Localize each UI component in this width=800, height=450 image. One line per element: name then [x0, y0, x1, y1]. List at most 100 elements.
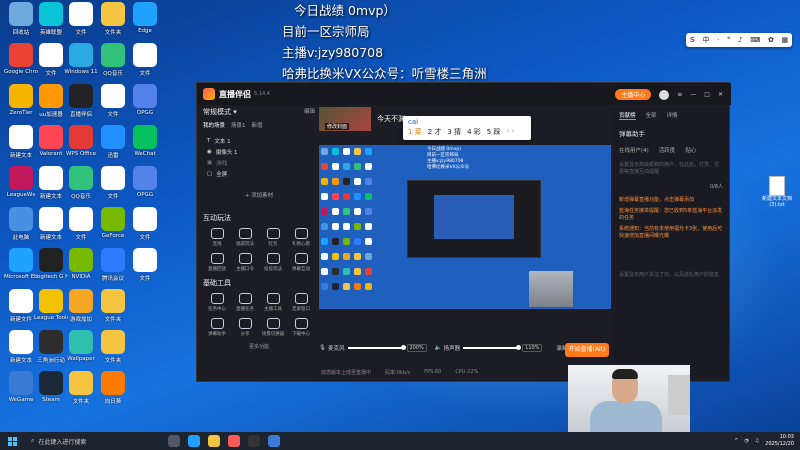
network-icon[interactable]: ◔: [744, 438, 748, 444]
ime-candidate[interactable]: 1 菜: [408, 127, 422, 137]
desktop-icon[interactable]: 迅雷: [96, 125, 130, 159]
tab-activity[interactable]: 活跃度: [659, 146, 676, 154]
tab-online-users[interactable]: 在线用户(4): [619, 146, 649, 154]
tool-button[interactable]: 弹幕助手: [203, 318, 231, 337]
mic-icon[interactable]: 🎙: [319, 345, 326, 351]
speaker-icon[interactable]: 🔈: [435, 345, 442, 351]
grid-icon[interactable]: ▦: [782, 36, 789, 44]
explorer-icon[interactable]: [208, 435, 220, 447]
desktop-icon[interactable]: QQ音乐: [96, 43, 130, 77]
ime-candidate[interactable]: 5 踩: [487, 127, 501, 137]
desktop-icon[interactable]: 新建文件: [4, 289, 38, 323]
cover-image[interactable]: 修改封面: [319, 107, 371, 131]
tool-button[interactable]: 红包: [259, 228, 287, 247]
terminal-icon[interactable]: [248, 435, 260, 447]
taskbar-search[interactable]: ⌕ 在此键入进行搜索: [31, 437, 86, 446]
start-live-button[interactable]: 开始直播(Alt): [565, 343, 609, 357]
desktop-icon[interactable]: 文件夹: [96, 289, 130, 323]
minimize-icon[interactable]: —: [690, 91, 696, 98]
add-source-button[interactable]: + 添加素材: [203, 191, 315, 199]
desktop-icon[interactable]: OPGG: [128, 166, 162, 198]
desktop-icon[interactable]: 文件: [96, 84, 130, 118]
desktop-icon[interactable]: WeGame: [4, 371, 38, 403]
ime-toolbar[interactable]: S 中 · ° ♪ ⌨ ✿ ▦: [686, 33, 792, 47]
desktop-icon[interactable]: uu加速器: [34, 84, 68, 118]
desktop-icon[interactable]: 新建文本: [4, 330, 38, 364]
tray-arrow-icon[interactable]: ^: [734, 438, 738, 444]
speaker-slider[interactable]: [463, 345, 522, 350]
desktop-icon[interactable]: LeagueWs: [4, 166, 38, 198]
ime-mode-zh[interactable]: 中: [703, 35, 710, 45]
edge-icon[interactable]: [188, 435, 200, 447]
desktop-icon[interactable]: OPGG: [128, 84, 162, 116]
tool-button[interactable]: 福袋玩法: [231, 228, 259, 247]
desktop-icon[interactable]: 文件夹: [64, 371, 98, 405]
desktop-icon[interactable]: 英雄联盟: [34, 2, 68, 36]
maximize-icon[interactable]: □: [704, 91, 710, 98]
mode-select[interactable]: 常规模式 ▾: [203, 107, 237, 117]
desktop-icon[interactable]: 文件: [128, 43, 162, 77]
tool-button[interactable]: 任务中心: [203, 293, 231, 312]
tool-button[interactable]: 直播回放: [203, 253, 231, 272]
tab-contribution[interactable]: 贡献榜: [619, 111, 636, 120]
desktop-icon[interactable]: 文件: [34, 43, 68, 77]
task-view-icon[interactable]: [168, 435, 180, 447]
desktop-icon[interactable]: League Tools: [34, 289, 68, 321]
ime-candidate-popup[interactable]: cai 1 菜 2 才 3 猜 4 彩 5 踩 ‹ ›: [403, 116, 531, 140]
desktop-icon[interactable]: Windows 11: [64, 43, 98, 75]
desktop-icon[interactable]: 文件夹: [96, 330, 130, 364]
desktop-icon[interactable]: 新建文本: [34, 166, 68, 200]
tool-button[interactable]: 分享: [231, 318, 259, 337]
desktop-icon[interactable]: ZeroTier: [4, 84, 38, 116]
ime-fullwidth[interactable]: °: [727, 36, 731, 44]
desktop-icon[interactable]: 向日葵: [96, 371, 130, 405]
desktop-icon[interactable]: 文件: [128, 248, 162, 282]
tool-button[interactable]: 投投玩法: [259, 253, 287, 272]
tool-button[interactable]: 主播口令: [231, 253, 259, 272]
desktop-icon[interactable]: Wallpaper: [64, 330, 98, 362]
desktop-icon[interactable]: 直播伴侣: [64, 84, 98, 118]
keyboard-icon[interactable]: ⌨: [750, 36, 760, 44]
tool-button[interactable]: 定屏窗口: [287, 293, 315, 312]
ime-candidate[interactable]: 3 猜: [447, 127, 461, 137]
source-item[interactable]: ▢ 全屏: [203, 168, 315, 179]
message-item[interactable]: 蓝海任务接单提醒：您已收到5条蓝海平台派发的任务: [613, 206, 729, 224]
desktop-icon[interactable]: 文件: [96, 166, 130, 200]
desktop-file-icon[interactable]: 新建文本文档 (3).txt: [762, 176, 792, 208]
source-item[interactable]: T 文本 1: [203, 135, 315, 146]
ime-candidate[interactable]: 2 才: [428, 127, 442, 137]
desktop-icon[interactable]: QQ音乐: [64, 166, 98, 200]
ime-punct[interactable]: ·: [717, 36, 719, 44]
anchor-center-button[interactable]: 主播中心: [615, 89, 652, 100]
tab-scene-1[interactable]: 场景1: [231, 121, 246, 129]
desktop-icon[interactable]: 新建文本: [4, 125, 38, 159]
mic-icon[interactable]: ♪: [738, 36, 742, 44]
wegame-icon[interactable]: [268, 435, 280, 447]
tool-button[interactable]: 下载中心: [287, 318, 315, 337]
desktop-icon[interactable]: NVIDIA: [64, 248, 98, 280]
tab-caring[interactable]: 贴心: [685, 146, 696, 154]
desktop-icon[interactable]: 文件: [64, 207, 98, 241]
system-notice[interactable]: 系统通知：当前有未使用福光卡3张，使用后可快速增加直播间曝光曝: [613, 224, 729, 242]
ime-candidate[interactable]: 4 彩: [467, 127, 481, 137]
tool-button[interactable]: 弹幕互动: [287, 253, 315, 272]
edit-button[interactable]: 编辑: [304, 107, 315, 117]
windows-start-icon[interactable]: [8, 436, 17, 446]
desktop-icon[interactable]: 回收站: [4, 2, 38, 36]
desktop-icon[interactable]: Logitech G HUB: [34, 248, 68, 280]
volume-icon[interactable]: ♫: [755, 438, 759, 444]
desktop-icon[interactable]: 腾讯会议: [96, 248, 130, 282]
more-features-button[interactable]: 更多功能: [203, 343, 315, 350]
ime-page-icon[interactable]: ‹ ›: [506, 127, 514, 137]
desktop-icon[interactable]: 游戏加加: [64, 289, 98, 323]
mic-slider[interactable]: [347, 345, 406, 350]
desktop-icon[interactable]: Valorant: [34, 125, 68, 157]
desktop-icon[interactable]: Edge: [128, 2, 162, 34]
skin-icon[interactable]: ✿: [768, 36, 774, 44]
desktop-icon[interactable]: WeChat: [128, 125, 162, 157]
tool-button[interactable]: 场景切换器: [259, 318, 287, 337]
source-item[interactable]: ▣ 游戏: [203, 157, 315, 168]
tab-all[interactable]: 全部: [646, 111, 657, 120]
source-item[interactable]: ◉ 摄像头 1: [203, 146, 315, 157]
clock[interactable]: 10:03 2025/12/20: [765, 434, 794, 448]
